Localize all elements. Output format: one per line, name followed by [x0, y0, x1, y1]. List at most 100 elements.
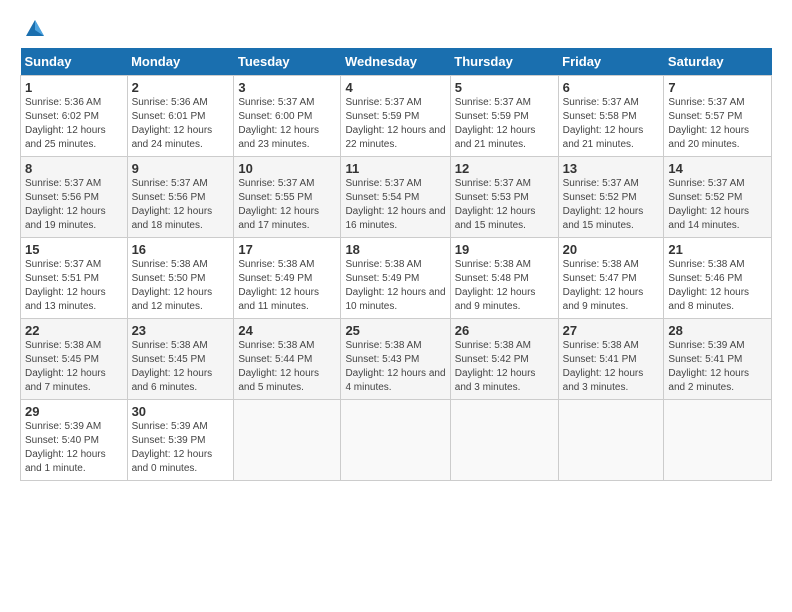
day-number: 13 [563, 161, 660, 176]
day-info: Sunrise: 5:37 AMSunset: 5:54 PMDaylight:… [345, 177, 445, 233]
col-header-thursday: Thursday [450, 48, 558, 76]
calendar-cell-w4-d0: 29Sunrise: 5:39 AMSunset: 5:40 PMDayligh… [21, 400, 128, 481]
calendar-cell-w1-d0: 8Sunrise: 5:37 AMSunset: 5:56 PMDaylight… [21, 157, 128, 238]
calendar-cell-w1-d3: 11Sunrise: 5:37 AMSunset: 5:54 PMDayligh… [341, 157, 450, 238]
day-info: Sunrise: 5:37 AMSunset: 6:00 PMDaylight:… [238, 96, 336, 152]
day-number: 26 [455, 323, 554, 338]
day-info: Sunrise: 5:38 AMSunset: 5:44 PMDaylight:… [238, 339, 336, 395]
day-info: Sunrise: 5:37 AMSunset: 5:59 PMDaylight:… [345, 96, 445, 152]
day-info: Sunrise: 5:38 AMSunset: 5:45 PMDaylight:… [132, 339, 230, 395]
calendar-cell-w0-d0: 1Sunrise: 5:36 AMSunset: 6:02 PMDaylight… [21, 76, 128, 157]
day-number: 6 [563, 80, 660, 95]
day-number: 3 [238, 80, 336, 95]
calendar-cell-w4-d4 [450, 400, 558, 481]
day-info: Sunrise: 5:37 AMSunset: 5:53 PMDaylight:… [455, 177, 554, 233]
calendar-header-row: SundayMondayTuesdayWednesdayThursdayFrid… [21, 48, 772, 76]
day-info: Sunrise: 5:37 AMSunset: 5:52 PMDaylight:… [668, 177, 767, 233]
calendar-week-4: 29Sunrise: 5:39 AMSunset: 5:40 PMDayligh… [21, 400, 772, 481]
day-number: 12 [455, 161, 554, 176]
day-number: 17 [238, 242, 336, 257]
day-number: 16 [132, 242, 230, 257]
day-number: 19 [455, 242, 554, 257]
day-number: 29 [25, 404, 123, 419]
day-info: Sunrise: 5:38 AMSunset: 5:42 PMDaylight:… [455, 339, 554, 395]
day-number: 23 [132, 323, 230, 338]
day-number: 24 [238, 323, 336, 338]
calendar-table: SundayMondayTuesdayWednesdayThursdayFrid… [20, 48, 772, 481]
calendar-cell-w3-d0: 22Sunrise: 5:38 AMSunset: 5:45 PMDayligh… [21, 319, 128, 400]
calendar-cell-w2-d4: 19Sunrise: 5:38 AMSunset: 5:48 PMDayligh… [450, 238, 558, 319]
calendar-cell-w1-d4: 12Sunrise: 5:37 AMSunset: 5:53 PMDayligh… [450, 157, 558, 238]
day-number: 22 [25, 323, 123, 338]
col-header-friday: Friday [558, 48, 664, 76]
day-number: 30 [132, 404, 230, 419]
day-number: 11 [345, 161, 445, 176]
calendar-cell-w1-d6: 14Sunrise: 5:37 AMSunset: 5:52 PMDayligh… [664, 157, 772, 238]
day-info: Sunrise: 5:38 AMSunset: 5:50 PMDaylight:… [132, 258, 230, 314]
day-number: 4 [345, 80, 445, 95]
day-number: 8 [25, 161, 123, 176]
calendar-week-3: 22Sunrise: 5:38 AMSunset: 5:45 PMDayligh… [21, 319, 772, 400]
col-header-wednesday: Wednesday [341, 48, 450, 76]
calendar-cell-w4-d3 [341, 400, 450, 481]
logo [20, 18, 46, 40]
day-number: 9 [132, 161, 230, 176]
day-info: Sunrise: 5:37 AMSunset: 5:56 PMDaylight:… [25, 177, 123, 233]
calendar-cell-w2-d1: 16Sunrise: 5:38 AMSunset: 5:50 PMDayligh… [127, 238, 234, 319]
day-info: Sunrise: 5:38 AMSunset: 5:49 PMDaylight:… [238, 258, 336, 314]
day-info: Sunrise: 5:38 AMSunset: 5:47 PMDaylight:… [563, 258, 660, 314]
col-header-saturday: Saturday [664, 48, 772, 76]
day-number: 18 [345, 242, 445, 257]
day-info: Sunrise: 5:37 AMSunset: 5:55 PMDaylight:… [238, 177, 336, 233]
header [20, 18, 772, 40]
day-number: 2 [132, 80, 230, 95]
day-info: Sunrise: 5:39 AMSunset: 5:39 PMDaylight:… [132, 420, 230, 476]
calendar-cell-w2-d5: 20Sunrise: 5:38 AMSunset: 5:47 PMDayligh… [558, 238, 664, 319]
calendar-week-2: 15Sunrise: 5:37 AMSunset: 5:51 PMDayligh… [21, 238, 772, 319]
day-info: Sunrise: 5:38 AMSunset: 5:46 PMDaylight:… [668, 258, 767, 314]
day-info: Sunrise: 5:37 AMSunset: 5:52 PMDaylight:… [563, 177, 660, 233]
day-number: 10 [238, 161, 336, 176]
col-header-tuesday: Tuesday [234, 48, 341, 76]
calendar-cell-w0-d2: 3Sunrise: 5:37 AMSunset: 6:00 PMDaylight… [234, 76, 341, 157]
calendar-cell-w2-d2: 17Sunrise: 5:38 AMSunset: 5:49 PMDayligh… [234, 238, 341, 319]
day-info: Sunrise: 5:36 AMSunset: 6:01 PMDaylight:… [132, 96, 230, 152]
day-info: Sunrise: 5:38 AMSunset: 5:45 PMDaylight:… [25, 339, 123, 395]
col-header-sunday: Sunday [21, 48, 128, 76]
day-info: Sunrise: 5:38 AMSunset: 5:49 PMDaylight:… [345, 258, 445, 314]
calendar-cell-w2-d6: 21Sunrise: 5:38 AMSunset: 5:46 PMDayligh… [664, 238, 772, 319]
day-number: 7 [668, 80, 767, 95]
col-header-monday: Monday [127, 48, 234, 76]
calendar-cell-w3-d4: 26Sunrise: 5:38 AMSunset: 5:42 PMDayligh… [450, 319, 558, 400]
day-info: Sunrise: 5:37 AMSunset: 5:59 PMDaylight:… [455, 96, 554, 152]
calendar-cell-w3-d5: 27Sunrise: 5:38 AMSunset: 5:41 PMDayligh… [558, 319, 664, 400]
calendar-cell-w1-d2: 10Sunrise: 5:37 AMSunset: 5:55 PMDayligh… [234, 157, 341, 238]
day-number: 25 [345, 323, 445, 338]
calendar-cell-w0-d5: 6Sunrise: 5:37 AMSunset: 5:58 PMDaylight… [558, 76, 664, 157]
calendar-week-1: 8Sunrise: 5:37 AMSunset: 5:56 PMDaylight… [21, 157, 772, 238]
calendar-cell-w0-d3: 4Sunrise: 5:37 AMSunset: 5:59 PMDaylight… [341, 76, 450, 157]
calendar-cell-w3-d3: 25Sunrise: 5:38 AMSunset: 5:43 PMDayligh… [341, 319, 450, 400]
day-info: Sunrise: 5:37 AMSunset: 5:51 PMDaylight:… [25, 258, 123, 314]
day-number: 1 [25, 80, 123, 95]
calendar-cell-w3-d1: 23Sunrise: 5:38 AMSunset: 5:45 PMDayligh… [127, 319, 234, 400]
calendar-cell-w4-d5 [558, 400, 664, 481]
calendar-cell-w3-d6: 28Sunrise: 5:39 AMSunset: 5:41 PMDayligh… [664, 319, 772, 400]
day-number: 5 [455, 80, 554, 95]
day-number: 15 [25, 242, 123, 257]
logo-icon [24, 18, 46, 40]
day-number: 28 [668, 323, 767, 338]
calendar-cell-w0-d4: 5Sunrise: 5:37 AMSunset: 5:59 PMDaylight… [450, 76, 558, 157]
calendar-cell-w0-d1: 2Sunrise: 5:36 AMSunset: 6:01 PMDaylight… [127, 76, 234, 157]
calendar-cell-w2-d3: 18Sunrise: 5:38 AMSunset: 5:49 PMDayligh… [341, 238, 450, 319]
calendar-week-0: 1Sunrise: 5:36 AMSunset: 6:02 PMDaylight… [21, 76, 772, 157]
calendar-cell-w4-d6 [664, 400, 772, 481]
day-info: Sunrise: 5:38 AMSunset: 5:43 PMDaylight:… [345, 339, 445, 395]
day-info: Sunrise: 5:38 AMSunset: 5:41 PMDaylight:… [563, 339, 660, 395]
calendar-cell-w3-d2: 24Sunrise: 5:38 AMSunset: 5:44 PMDayligh… [234, 319, 341, 400]
calendar-cell-w4-d1: 30Sunrise: 5:39 AMSunset: 5:39 PMDayligh… [127, 400, 234, 481]
day-number: 21 [668, 242, 767, 257]
day-info: Sunrise: 5:37 AMSunset: 5:57 PMDaylight:… [668, 96, 767, 152]
day-number: 20 [563, 242, 660, 257]
day-info: Sunrise: 5:37 AMSunset: 5:56 PMDaylight:… [132, 177, 230, 233]
